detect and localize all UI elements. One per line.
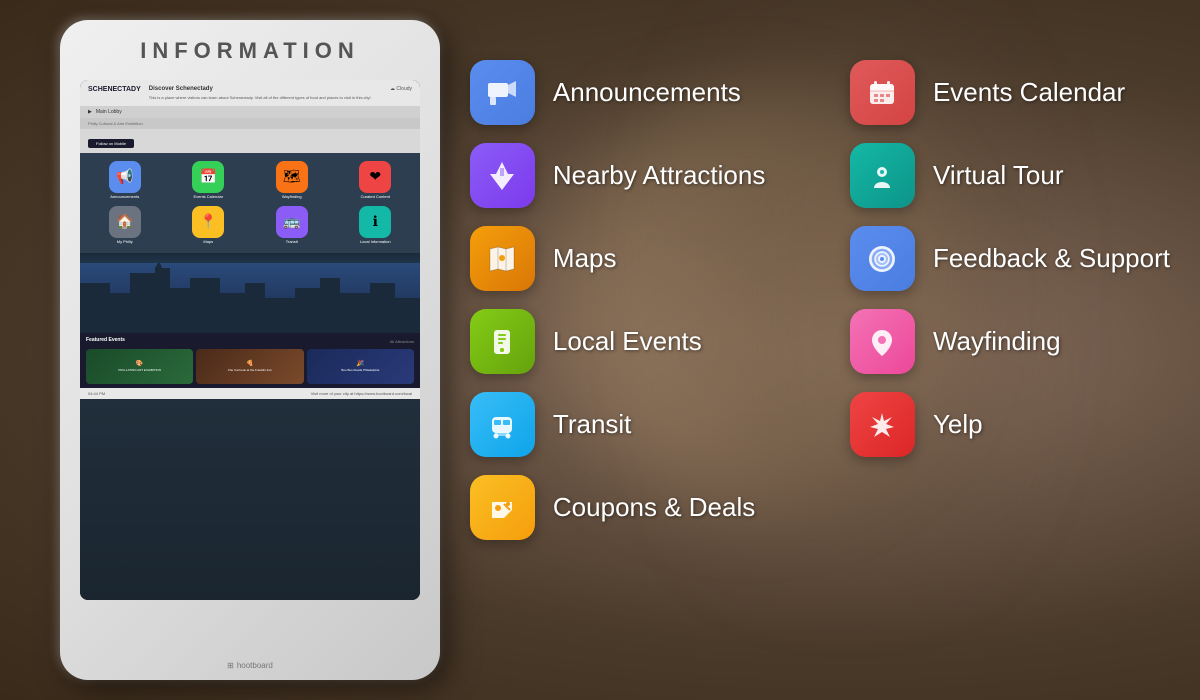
nearby-attractions-menu-icon bbox=[470, 143, 535, 208]
events-icon-box: 📅 bbox=[192, 161, 224, 193]
maps-svg bbox=[484, 241, 520, 277]
menu-item-transit[interactable]: Transit bbox=[470, 392, 790, 457]
screen-url: Visit more of your city at https://www.h… bbox=[311, 391, 412, 396]
location-text: Main Lobby bbox=[96, 109, 122, 115]
feedback-support-menu-icon bbox=[850, 226, 915, 291]
announcements-icon-box: 📢 bbox=[109, 161, 141, 193]
kiosk-stand: ⊞ hootboard bbox=[227, 661, 273, 670]
kiosk: INFORMATION SCHENECTADY Discover Schenec… bbox=[60, 20, 440, 680]
local-events-svg bbox=[484, 324, 520, 360]
menu-item-local-events[interactable]: Local Events bbox=[470, 309, 790, 374]
local-icon-box: ℹ bbox=[359, 206, 391, 238]
screen-icon-local[interactable]: ℹ Local Information bbox=[337, 206, 415, 245]
featured-title: Featured Events bbox=[86, 337, 125, 343]
kiosk-screen[interactable]: SCHENECTADY Discover Schenectady This is… bbox=[80, 80, 420, 600]
screen-icon-announcements[interactable]: 📢 Announcements bbox=[86, 161, 164, 200]
menu-item-maps[interactable]: Maps bbox=[470, 226, 790, 291]
events-calendar-menu-icon bbox=[850, 60, 915, 125]
menu-item-announcements[interactable]: Announcements bbox=[470, 60, 790, 125]
screen-weather: ☁ Cloudy bbox=[390, 86, 412, 92]
city-name-label: Discover Schenectady bbox=[149, 86, 382, 94]
featured-grid: 🎨PRO-LATINO ART EXHIBITION 🍕Che Cal book… bbox=[86, 349, 414, 384]
announcements-menu-icon bbox=[470, 60, 535, 125]
menu-item-events-calendar[interactable]: Events Calendar bbox=[850, 60, 1170, 125]
yelp-label: Yelp bbox=[933, 409, 983, 440]
attractions-link[interactable]: All Attractions bbox=[390, 339, 414, 344]
virtual-tour-svg bbox=[864, 158, 900, 194]
menu-item-feedback-support[interactable]: Feedback & Support bbox=[850, 226, 1170, 291]
transit-menu-icon bbox=[470, 392, 535, 457]
menu-right-column: Events Calendar Virtual Tour bbox=[850, 60, 1170, 457]
screen-location-bar: ▶ Main Lobby bbox=[80, 106, 420, 118]
screen-city-info: Discover Schenectady This is a place whe… bbox=[149, 86, 382, 100]
menu-left-column: Announcements Nearby Attractions Map bbox=[470, 60, 790, 540]
events-calendar-label: Events Calendar bbox=[933, 77, 1125, 108]
screen-bottom-bar: 04:44 PM Visit more of your city at http… bbox=[80, 388, 420, 399]
screen-top-bar: SCHENECTADY Discover Schenectady This is… bbox=[80, 80, 420, 106]
coupons-svg bbox=[484, 490, 520, 526]
screen-content: SCHENECTADY Discover Schenectady This is… bbox=[80, 80, 420, 600]
featured-item-2[interactable]: 🍕Che Cal book at the Franklin Inst. bbox=[196, 349, 303, 384]
city-svg bbox=[80, 263, 420, 333]
menu-item-virtual-tour[interactable]: Virtual Tour bbox=[850, 143, 1170, 208]
menu-item-nearby-attractions[interactable]: Nearby Attractions bbox=[470, 143, 790, 208]
curated-icon-box: ❤ bbox=[359, 161, 391, 193]
transit-icon-box: 🚌 bbox=[276, 206, 308, 238]
wayfinding-svg bbox=[864, 324, 900, 360]
events-calendar-svg bbox=[864, 75, 900, 111]
screen-cityscape bbox=[80, 253, 420, 333]
screen-featured-section: Featured Events All Attractions 🎨PRO-LAT… bbox=[80, 333, 420, 388]
screen-icon-transit[interactable]: 🚌 Transit bbox=[253, 206, 331, 245]
nearby-attractions-label: Nearby Attractions bbox=[553, 160, 765, 191]
transit-label: Transit bbox=[553, 409, 632, 440]
screen-icon-myphilly[interactable]: 🏠 My Philly bbox=[86, 206, 164, 245]
announcements-svg bbox=[484, 75, 520, 111]
screen-icon-events[interactable]: 📅 Events Calendar bbox=[170, 161, 248, 200]
announcements-label: Announcements bbox=[553, 77, 741, 108]
brand-label: hootboard bbox=[237, 661, 273, 670]
virtual-tour-label: Virtual Tour bbox=[933, 160, 1064, 191]
kiosk-brand: ⊞ hootboard bbox=[227, 661, 273, 670]
feedback-svg bbox=[864, 241, 900, 277]
screen-city-logo: SCHENECTADY bbox=[88, 86, 141, 94]
maps-icon-box: 📍 bbox=[192, 206, 224, 238]
kiosk-title: INFORMATION bbox=[140, 38, 360, 64]
maps-label: Maps bbox=[553, 243, 617, 274]
follow-button[interactable]: Follow on Mobile bbox=[88, 139, 134, 148]
local-events-label: Local Events bbox=[553, 326, 702, 357]
local-events-menu-icon bbox=[470, 309, 535, 374]
nearby-attractions-svg bbox=[484, 158, 520, 194]
kiosk-body: INFORMATION SCHENECTADY Discover Schenec… bbox=[60, 20, 440, 680]
screen-icon-curated[interactable]: ❤ Curated Content bbox=[337, 161, 415, 200]
screen-icons-grid: 📢 Announcements 📅 Events Calendar 🗺 Wayf… bbox=[80, 153, 420, 253]
virtual-tour-menu-icon bbox=[850, 143, 915, 208]
maps-menu-icon bbox=[470, 226, 535, 291]
wayfinding-icon-box: 🗺 bbox=[276, 161, 308, 193]
featured-item-1[interactable]: 🎨PRO-LATINO ART EXHIBITION bbox=[86, 349, 193, 384]
screen-icon-maps[interactable]: 📍 Maps bbox=[170, 206, 248, 245]
menu-item-wayfinding[interactable]: Wayfinding bbox=[850, 309, 1170, 374]
wayfinding-menu-icon bbox=[850, 309, 915, 374]
follow-area: Follow on Mobile bbox=[80, 129, 420, 153]
yelp-menu-icon bbox=[850, 392, 915, 457]
transit-svg bbox=[484, 407, 520, 443]
coupons-deals-menu-icon bbox=[470, 475, 535, 540]
featured-item-3[interactable]: 🎉Boo Bus Roads Philadelphia bbox=[307, 349, 414, 384]
screen-sublocation: Philly Cultural & Arts Exhibition bbox=[80, 118, 420, 129]
wayfinding-label: Wayfinding bbox=[933, 326, 1061, 357]
coupons-deals-label: Coupons & Deals bbox=[553, 492, 755, 523]
myphilly-icon-box: 🏠 bbox=[109, 206, 141, 238]
menu-item-coupons-deals[interactable]: Coupons & Deals bbox=[470, 475, 790, 540]
feedback-support-label: Feedback & Support bbox=[933, 243, 1170, 274]
screen-time: 04:44 PM bbox=[88, 391, 105, 396]
yelp-svg bbox=[864, 407, 900, 443]
screen-icon-wayfinding[interactable]: 🗺 Wayfinding bbox=[253, 161, 331, 200]
menu-item-yelp[interactable]: Yelp bbox=[850, 392, 1170, 457]
menu-grid: Announcements Nearby Attractions Map bbox=[470, 60, 1170, 540]
